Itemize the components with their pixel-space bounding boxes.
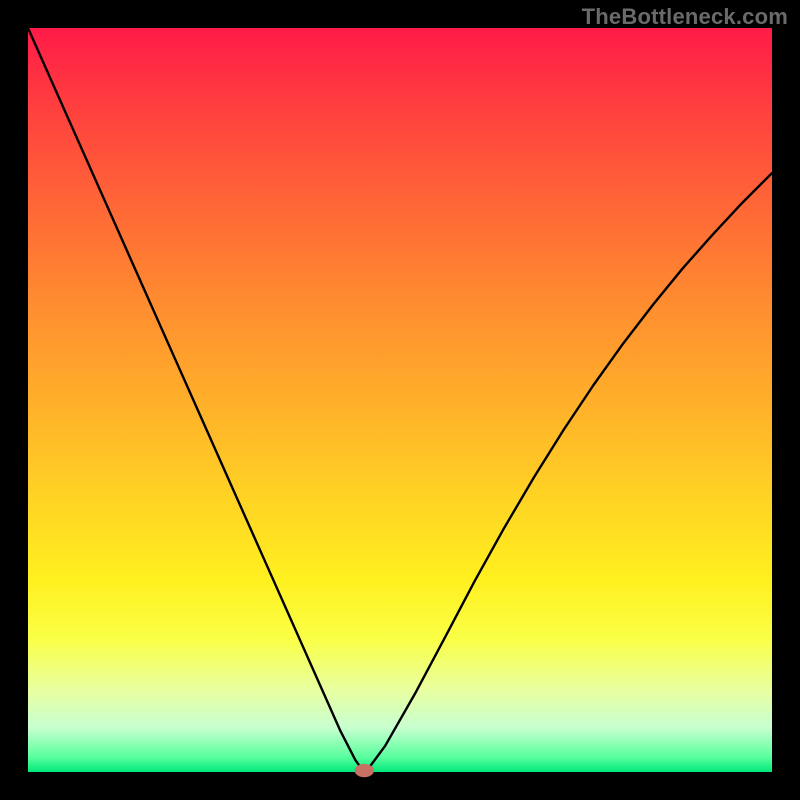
- minimum-marker: [355, 764, 374, 777]
- bottleneck-curve: [28, 28, 772, 771]
- plot-area: [28, 28, 772, 772]
- chart-svg: [28, 28, 772, 772]
- chart-frame: TheBottleneck.com: [0, 0, 800, 800]
- watermark-text: TheBottleneck.com: [582, 4, 788, 30]
